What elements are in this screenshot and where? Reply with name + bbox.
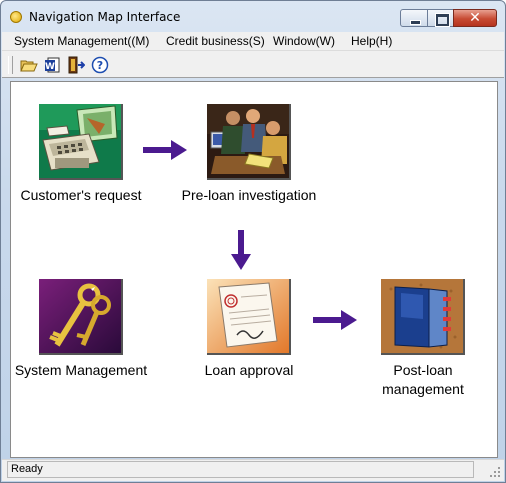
window-title: Navigation Map Interface (29, 10, 181, 24)
help-icon: ? (91, 56, 109, 74)
node-customers-request[interactable]: Customer's request (11, 104, 151, 234)
node-label: System Management (14, 362, 148, 378)
meeting-people-icon (207, 104, 291, 180)
close-icon: ✕ (469, 10, 481, 26)
status-bar: Ready (2, 459, 504, 481)
node-loan-approval[interactable]: Loan approval (179, 279, 319, 409)
arrow-right-icon (143, 140, 187, 160)
navigation-map: Customer's request Pre-loan investigatio… (10, 81, 498, 458)
node-label: Loan approval (204, 362, 294, 378)
open-folder-icon (20, 60, 38, 72)
app-window: Navigation Map Interface ✕ System Manage… (0, 0, 506, 483)
help-button[interactable]: ? (91, 56, 109, 74)
node-label: Customer's request (20, 187, 142, 203)
word-document-button[interactable]: W (44, 56, 62, 74)
node-label: Pre-loan investigation (181, 187, 317, 203)
svg-text:W: W (45, 62, 55, 72)
close-button[interactable]: ✕ (453, 9, 497, 27)
open-folder-button[interactable] (20, 56, 38, 74)
file-folder-icon (381, 279, 465, 355)
toolbar-grip[interactable] (8, 56, 13, 74)
toolbar: W ? (2, 50, 504, 78)
node-post-loan-management[interactable]: Post-loan management (353, 279, 493, 409)
arrow-down-icon (231, 230, 251, 270)
app-icon[interactable] (10, 11, 22, 23)
menu-window[interactable]: Window(W) (273, 34, 335, 48)
exit-door-icon (68, 56, 86, 74)
menu-bar: System Management((M) Credit business(S)… (2, 32, 504, 50)
node-system-management[interactable]: System Management (11, 279, 151, 409)
cash-register-icon (39, 104, 123, 180)
menu-help[interactable]: Help(H) (351, 34, 392, 48)
arrow-right-icon (313, 310, 357, 330)
minimize-button[interactable] (400, 9, 428, 27)
svg-text:?: ? (97, 59, 103, 72)
resize-grip-icon[interactable] (489, 466, 501, 478)
maximize-button[interactable] (427, 9, 454, 27)
exit-button[interactable] (67, 56, 86, 74)
menu-system-management[interactable]: System Management((M) (14, 34, 149, 48)
status-pane (7, 461, 474, 478)
keys-icon (39, 279, 123, 355)
title-bar[interactable]: Navigation Map Interface ✕ (1, 1, 505, 31)
minimize-icon (410, 20, 421, 25)
maximize-icon (435, 13, 450, 27)
menu-credit-business[interactable]: Credit business(S) (166, 34, 265, 48)
node-pre-loan-investigation[interactable]: Pre-loan investigation (179, 104, 319, 234)
node-label: Post-loan management (382, 362, 464, 397)
word-document-icon: W (45, 57, 60, 73)
approval-document-icon (207, 279, 291, 355)
status-text: Ready (11, 463, 43, 475)
